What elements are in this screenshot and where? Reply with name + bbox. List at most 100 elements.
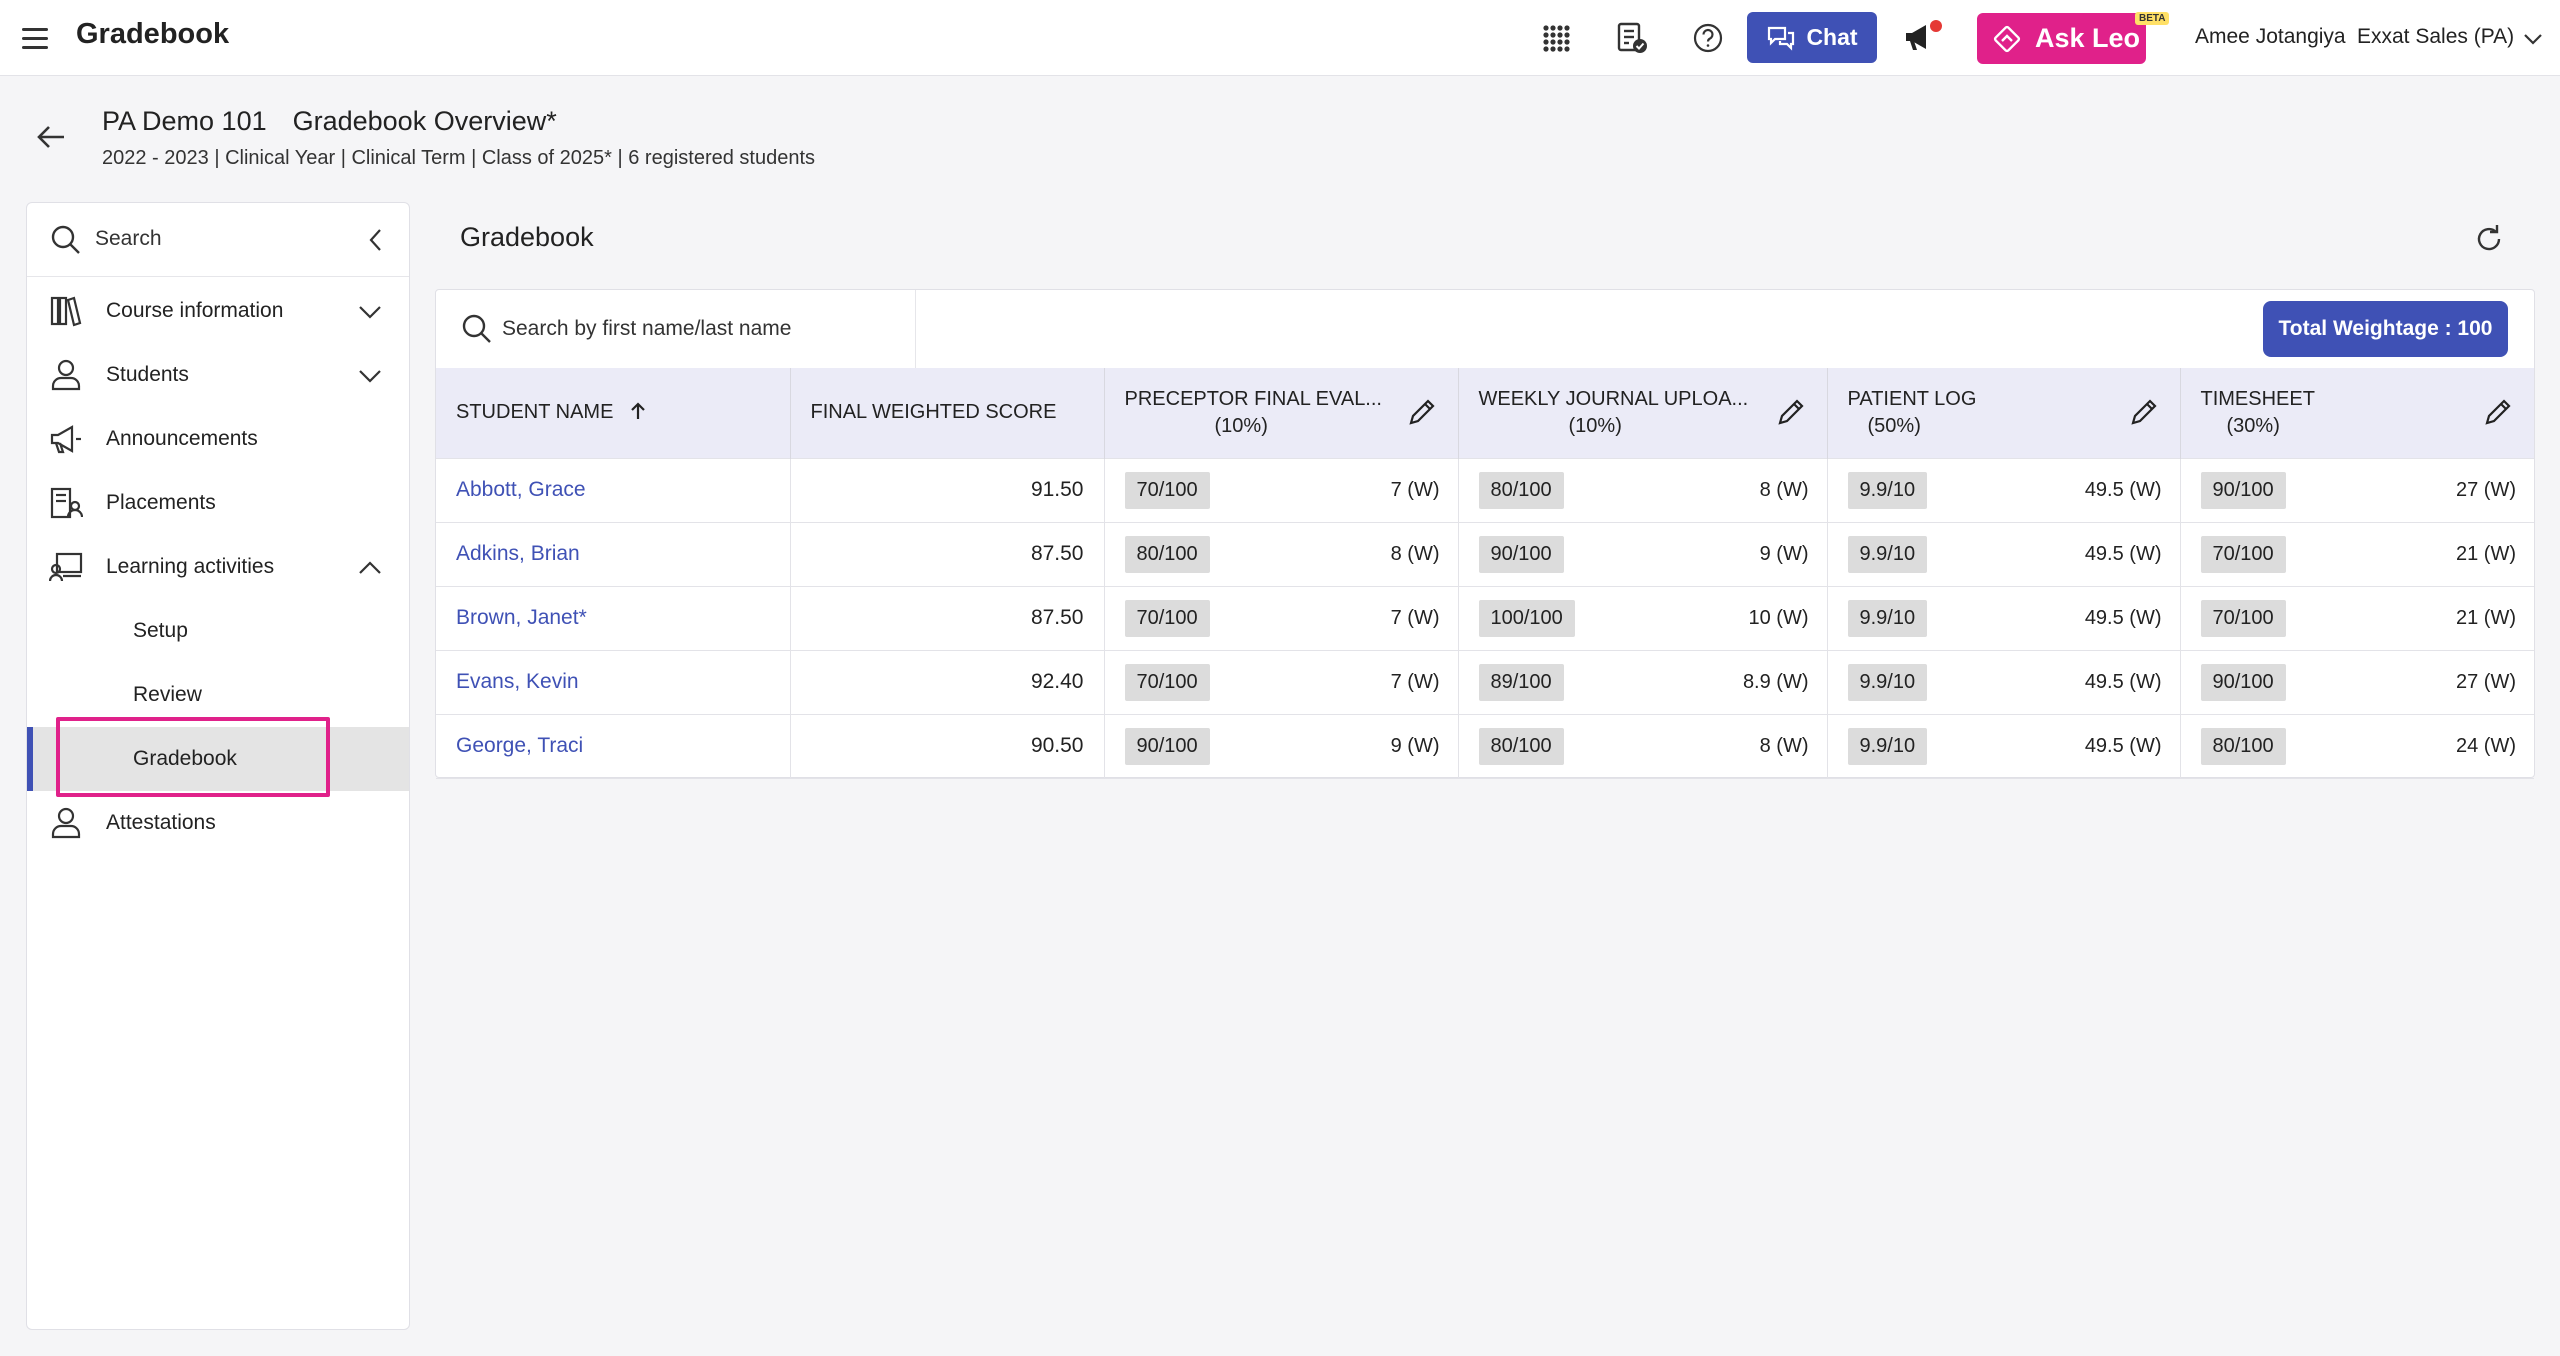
column-header-timesheet[interactable]: TIMESHEET (30%) bbox=[2180, 368, 2534, 458]
main-title: Gradebook bbox=[460, 222, 594, 252]
grade-cell[interactable]: 89/100 8.9 (W) bbox=[1458, 649, 1828, 714]
weighted-value: 8 (W) bbox=[1390, 542, 1440, 565]
score-chip: 90/100 bbox=[1478, 535, 1564, 573]
books-icon bbox=[50, 296, 82, 327]
grade-cell[interactable]: 9.9/10 49.5 (W) bbox=[1827, 457, 2181, 522]
chat-button[interactable]: Chat bbox=[1747, 12, 1877, 63]
grade-cell[interactable]: 90/100 9 (W) bbox=[1104, 713, 1459, 779]
grade-cell[interactable]: 70/100 21 (W) bbox=[2180, 521, 2534, 586]
chevron-down-icon[interactable] bbox=[357, 363, 383, 389]
sort-ascending-icon[interactable] bbox=[629, 401, 647, 421]
apps-grid-icon[interactable] bbox=[1538, 20, 1574, 56]
score-chip: 70/100 bbox=[2200, 599, 2286, 637]
help-icon[interactable] bbox=[1690, 20, 1726, 56]
grade-cell[interactable]: 70/100 7 (W) bbox=[1104, 649, 1459, 714]
chevron-down-icon[interactable] bbox=[357, 299, 383, 325]
grade-cell[interactable]: 9.9/10 49.5 (W) bbox=[1827, 521, 2181, 586]
pencil-icon[interactable] bbox=[1406, 396, 1438, 428]
sidebar-subitem-review[interactable]: Review bbox=[27, 663, 409, 727]
chevron-up-icon[interactable] bbox=[357, 555, 383, 581]
student-search-input[interactable] bbox=[502, 308, 902, 350]
grade-cell[interactable]: 9.9/10 49.5 (W) bbox=[1827, 713, 2181, 779]
grade-cell[interactable]: 9.9/10 49.5 (W) bbox=[1827, 585, 2181, 650]
column-header-weekly-journal-upload[interactable]: WEEKLY JOURNAL UPLOA... (10%) bbox=[1458, 368, 1828, 458]
sidebar-subitem-label: Setup bbox=[133, 619, 188, 642]
person-icon bbox=[51, 359, 81, 391]
grade-cell[interactable]: 90/100 9 (W) bbox=[1458, 521, 1828, 586]
sidebar-subitem-setup[interactable]: Setup bbox=[27, 599, 409, 663]
sidebar-item-course-information[interactable]: Course information bbox=[27, 279, 409, 343]
final-score-cell: 92.40 bbox=[790, 649, 1105, 714]
student-link[interactable]: Evans, Kevin bbox=[456, 670, 579, 693]
grade-cell[interactable]: 80/100 8 (W) bbox=[1104, 521, 1459, 586]
grade-cell[interactable]: 100/100 10 (W) bbox=[1458, 585, 1828, 650]
sidebar-item-students[interactable]: Students bbox=[27, 343, 409, 407]
checklist-icon[interactable] bbox=[1614, 20, 1650, 56]
user-name[interactable]: Amee Jotangiya bbox=[2195, 25, 2346, 49]
sidebar-search[interactable]: Search bbox=[27, 203, 409, 277]
sidebar-subitem-gradebook[interactable]: Gradebook bbox=[27, 717, 409, 797]
weighted-value: 24 (W) bbox=[2456, 734, 2516, 757]
student-link[interactable]: George, Traci bbox=[456, 734, 583, 757]
column-weight: (30%) bbox=[2226, 414, 2280, 437]
sidebar-item-announcements[interactable]: Announcements bbox=[27, 407, 409, 471]
course-code: PA Demo 101 bbox=[102, 106, 267, 136]
search-icon bbox=[462, 314, 491, 343]
total-weightage-button[interactable]: Total Weightage : 100 bbox=[2263, 301, 2508, 357]
score-chip: 70/100 bbox=[1124, 663, 1210, 701]
column-header-final-weighted-score[interactable]: FINAL WEIGHTED SCORE bbox=[790, 368, 1105, 458]
score-chip: 9.9/10 bbox=[1847, 535, 1928, 573]
weighted-value: 7 (W) bbox=[1390, 670, 1440, 693]
menu-icon[interactable] bbox=[22, 22, 54, 54]
grade-cell[interactable]: 70/100 21 (W) bbox=[2180, 585, 2534, 650]
chevron-down-icon[interactable] bbox=[2522, 28, 2544, 50]
score-chip: 70/100 bbox=[1124, 471, 1210, 509]
grade-cell[interactable]: 9.9/10 49.5 (W) bbox=[1827, 649, 2181, 714]
column-header-label: TIMESHEET bbox=[2200, 387, 2315, 410]
weighted-value: 8.9 (W) bbox=[1742, 670, 1809, 693]
sidebar-item-learning-activities[interactable]: Learning activities bbox=[27, 535, 409, 599]
score-chip: 9.9/10 bbox=[1847, 663, 1928, 701]
announcements-megaphone-icon[interactable] bbox=[1902, 20, 1942, 56]
grade-cell[interactable]: 90/100 27 (W) bbox=[2180, 457, 2534, 522]
pencil-icon[interactable] bbox=[2482, 396, 2514, 428]
grade-cell[interactable]: 80/100 24 (W) bbox=[2180, 713, 2534, 779]
final-score-cell: 90.50 bbox=[790, 713, 1105, 779]
chevron-left-icon[interactable] bbox=[363, 227, 389, 253]
student-link[interactable]: Abbott, Grace bbox=[456, 478, 586, 501]
column-header-patient-log[interactable]: PATIENT LOG (50%) bbox=[1827, 368, 2181, 458]
column-header-student-name[interactable]: STUDENT NAME bbox=[436, 368, 791, 458]
student-link[interactable]: Brown, Janet* bbox=[456, 606, 587, 629]
org-name[interactable]: Exxat Sales (PA) bbox=[2357, 25, 2514, 49]
score-chip: 90/100 bbox=[1124, 727, 1210, 765]
ask-leo-label: Ask Leo bbox=[2035, 23, 2141, 53]
chat-label: Chat bbox=[1806, 24, 1858, 50]
ask-leo-button[interactable]: Ask Leo bbox=[1977, 13, 2146, 64]
sidebar-item-placements[interactable]: Placements bbox=[27, 471, 409, 535]
grade-cell[interactable]: 80/100 8 (W) bbox=[1458, 713, 1828, 779]
weighted-value: 21 (W) bbox=[2456, 606, 2516, 629]
pencil-icon[interactable] bbox=[1775, 396, 1807, 428]
pencil-icon[interactable] bbox=[2128, 396, 2160, 428]
student-name-cell: Evans, Kevin bbox=[436, 649, 791, 714]
sidebar-item-label: Students bbox=[106, 363, 189, 386]
sidebar-item-attestations[interactable]: Attestations bbox=[27, 791, 409, 855]
score-chip: 100/100 bbox=[1478, 599, 1575, 637]
weighted-value: 8 (W) bbox=[1759, 734, 1809, 757]
grade-cell[interactable]: 70/100 7 (W) bbox=[1104, 585, 1459, 650]
grade-cell[interactable]: 70/100 7 (W) bbox=[1104, 457, 1459, 522]
page-title: PA Demo 101 Gradebook Overview* bbox=[102, 106, 557, 137]
table-header-row: STUDENT NAME FINAL WEIGHTED SCORE PRECEP… bbox=[436, 368, 2534, 458]
grade-cell[interactable]: 80/100 8 (W) bbox=[1458, 457, 1828, 522]
student-search bbox=[436, 290, 916, 368]
score-chip: 80/100 bbox=[1478, 471, 1564, 509]
column-header-preceptor-final-eval[interactable]: PRECEPTOR FINAL EVAL... (10%) bbox=[1104, 368, 1459, 458]
grade-cell[interactable]: 90/100 27 (W) bbox=[2180, 649, 2534, 714]
final-score-cell: 91.50 bbox=[790, 457, 1105, 522]
refresh-icon[interactable] bbox=[2472, 222, 2506, 256]
student-link[interactable]: Adkins, Brian bbox=[456, 542, 580, 565]
app-title: Gradebook bbox=[76, 18, 230, 50]
back-arrow-icon[interactable] bbox=[34, 120, 68, 154]
score-chip: 9.9/10 bbox=[1847, 599, 1928, 637]
weighted-value: 49.5 (W) bbox=[2084, 542, 2162, 565]
